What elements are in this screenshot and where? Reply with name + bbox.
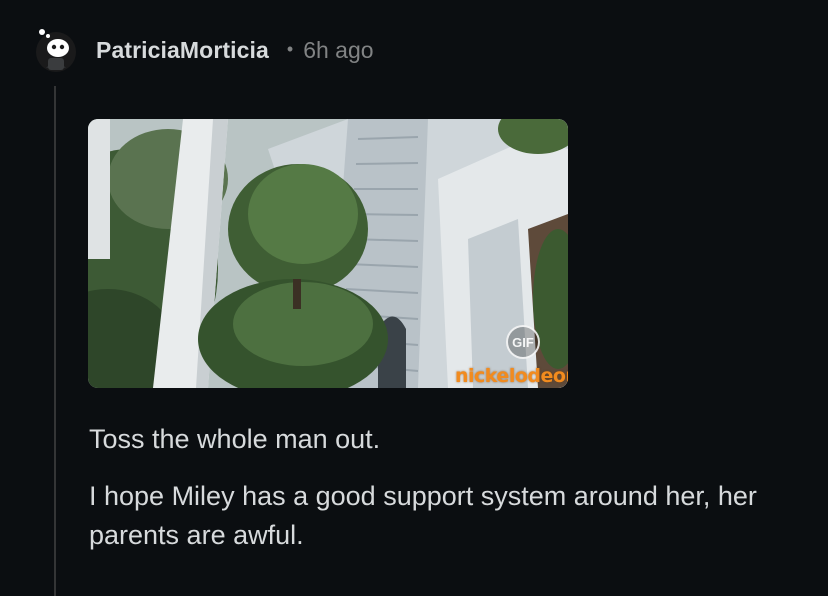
comment-body: Toss the whole man out. I hope Miley has…	[89, 420, 789, 573]
separator-dot: •	[286, 38, 294, 59]
gif-scene-image	[88, 119, 568, 388]
thread-line[interactable]	[54, 86, 56, 596]
comment-paragraph-2: I hope Miley has a good support system a…	[89, 481, 757, 550]
comment-header: PatriciaMorticia • 6h ago	[34, 22, 374, 78]
gif-media[interactable]: GIF nickelodeon nite	[88, 119, 568, 388]
comment-paragraph-1: Toss the whole man out.	[89, 424, 381, 454]
username[interactable]: PatriciaMorticia	[96, 37, 269, 64]
gif-badge: GIF	[506, 325, 540, 359]
avatar[interactable]	[34, 28, 78, 72]
nickelodeon-watermark: nickelodeon nite	[455, 365, 568, 388]
snoo-avatar-icon	[36, 29, 76, 72]
timestamp[interactable]: 6h ago	[303, 37, 373, 64]
